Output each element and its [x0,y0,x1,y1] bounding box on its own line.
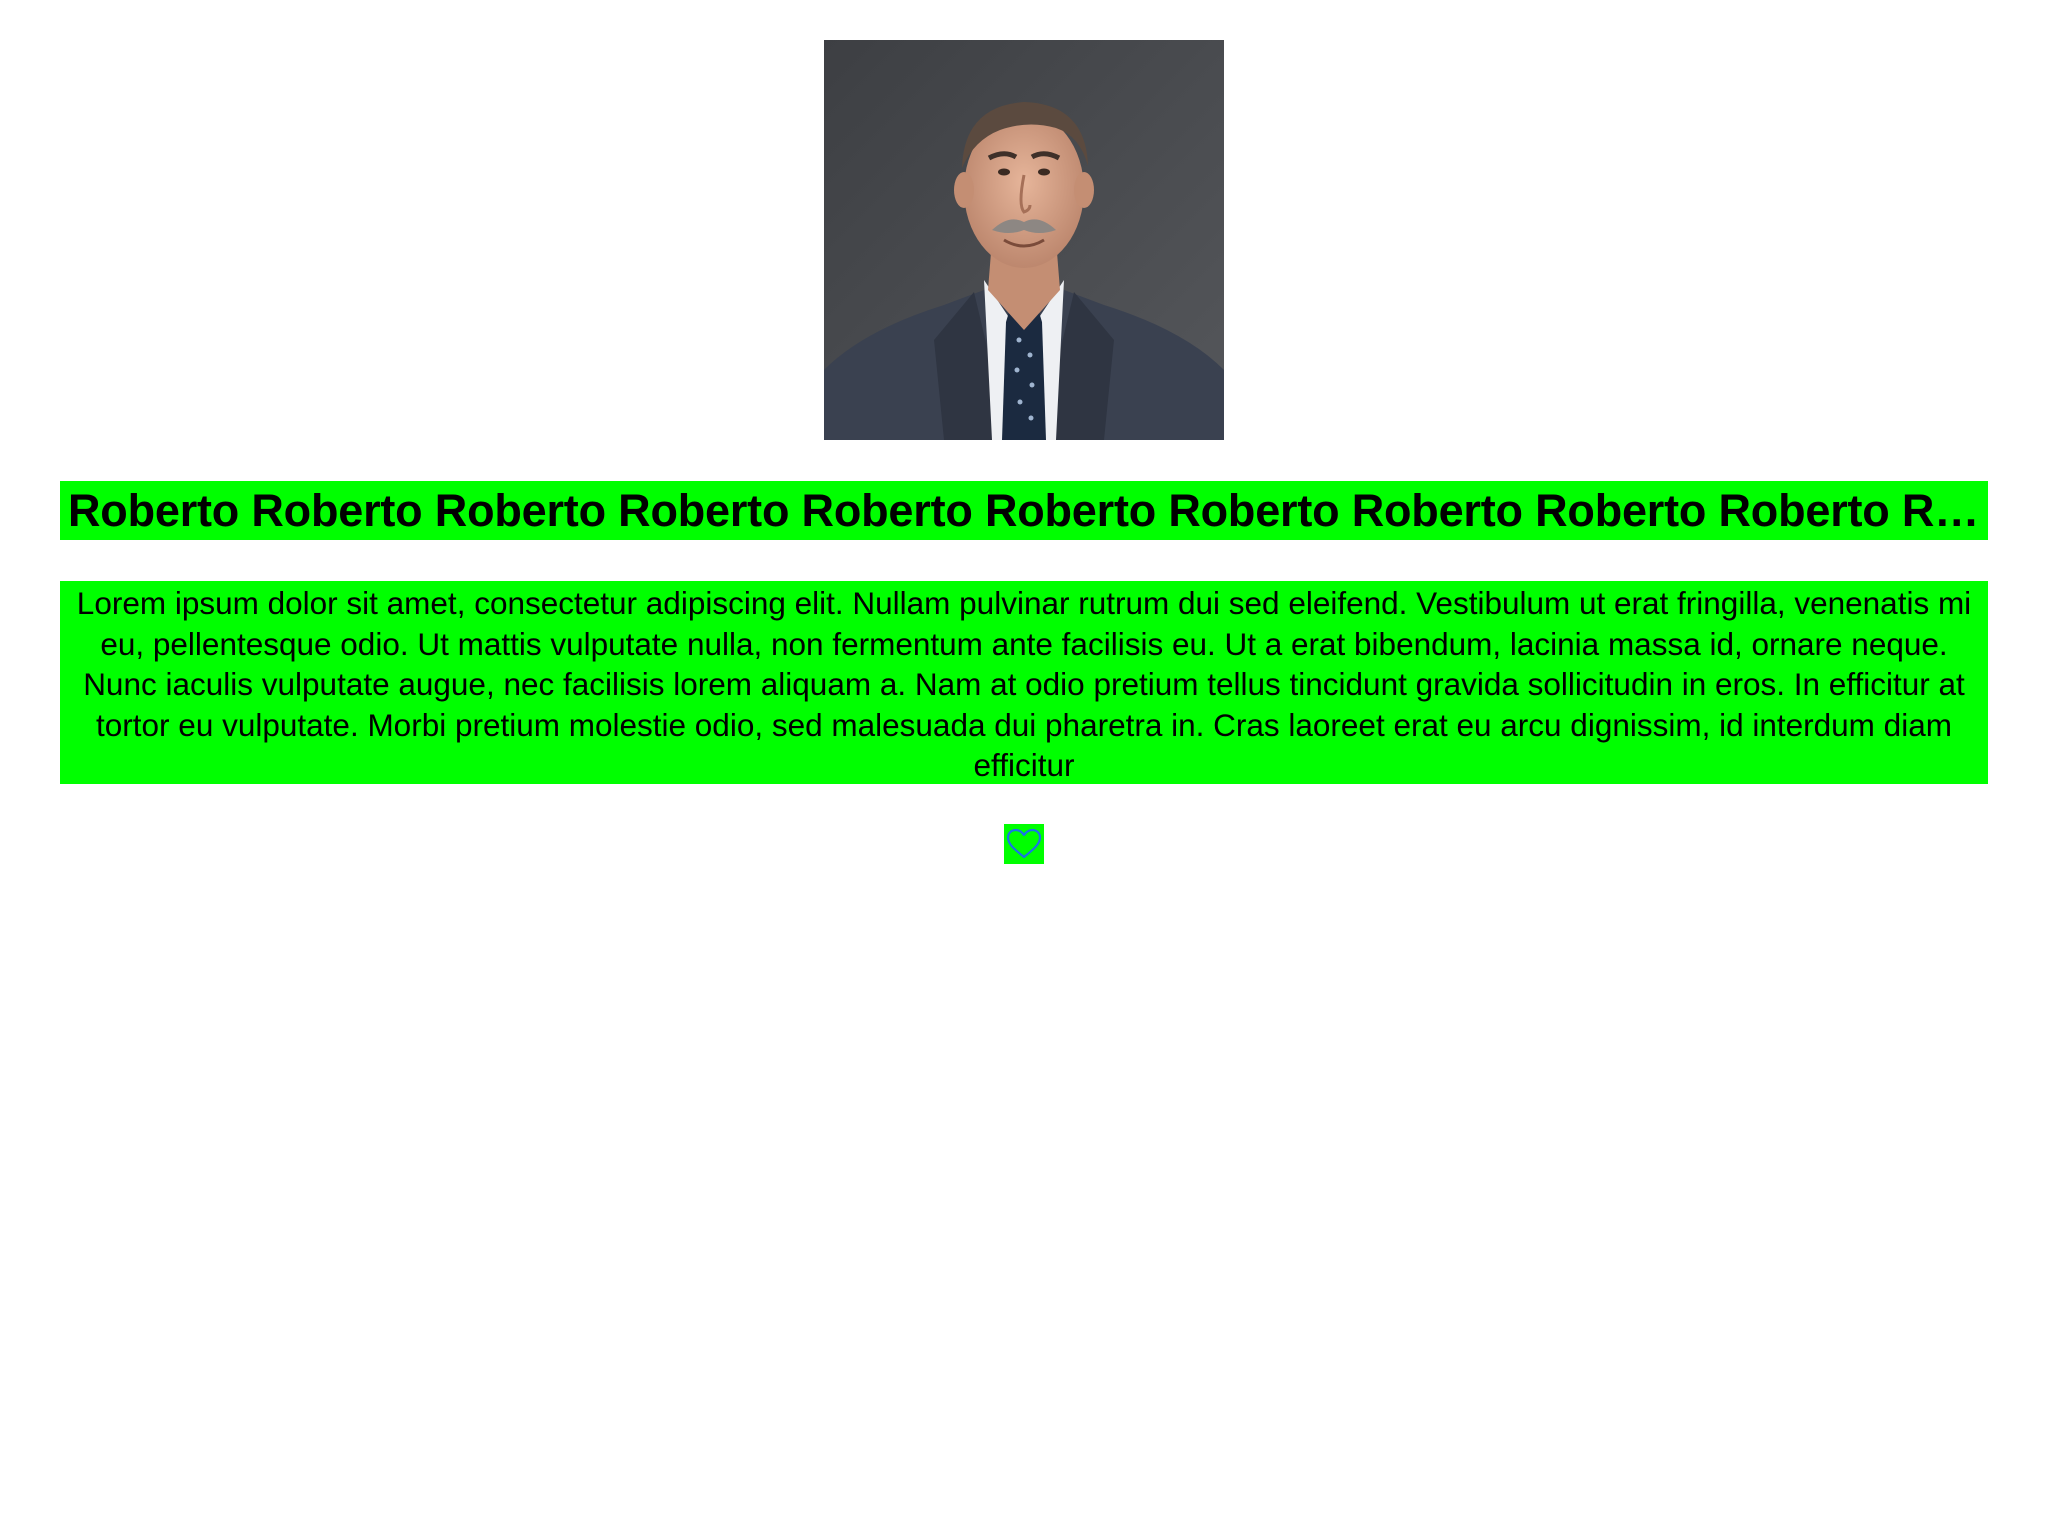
profile-name-bar: Roberto Roberto Roberto Roberto Roberto … [60,481,1988,540]
profile-screen: Roberto Roberto Roberto Roberto Roberto … [0,0,2048,1536]
profile-name: Roberto Roberto Roberto Roberto Roberto … [68,485,1980,536]
profile-photo [824,40,1224,440]
person-portrait-photo [824,40,1224,440]
favorite-button[interactable] [1004,824,1044,864]
profile-description: Lorem ipsum dolor sit amet, consectetur … [60,581,1988,784]
heart-outline-icon [1006,828,1042,859]
